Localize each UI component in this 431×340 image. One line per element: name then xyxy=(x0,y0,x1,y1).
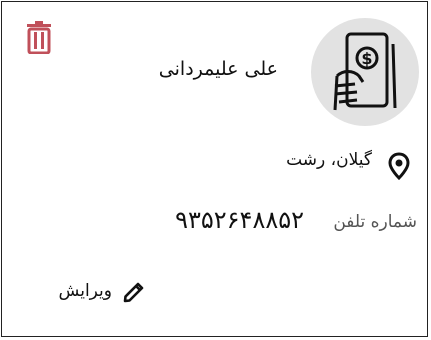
pencil-icon xyxy=(122,280,146,304)
map-pin-icon xyxy=(388,152,410,181)
location-text: گیلان، رشت xyxy=(286,150,372,170)
edit-label: ویرایش xyxy=(58,281,112,301)
phone-number: ۹۳۵۲۶۴۸۸۵۲ xyxy=(175,206,304,234)
edit-button[interactable]: ویرایش xyxy=(42,278,146,310)
trash-icon xyxy=(27,21,51,55)
delete-button[interactable] xyxy=(26,20,52,55)
contact-card: $ علی علیمردانی گیلان، رشت شماره تلفن ۹۳… xyxy=(1,1,428,337)
avatar: $ xyxy=(311,18,419,126)
hand-holding-phone-dollar-icon: $ xyxy=(333,32,397,111)
contact-name: علی علیمردانی xyxy=(158,58,278,80)
phone-label: شماره تلفن xyxy=(333,212,417,232)
svg-text:$: $ xyxy=(361,49,372,68)
